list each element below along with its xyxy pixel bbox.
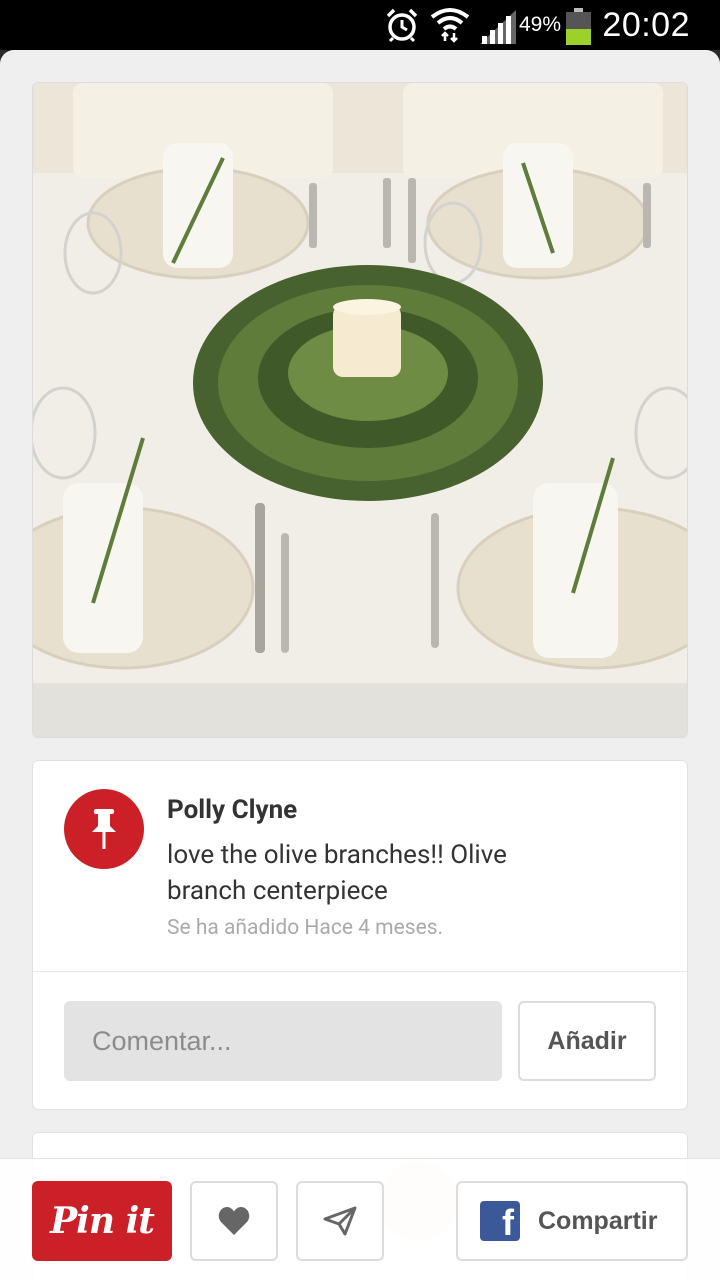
pin-author[interactable]: Polly Clyne xyxy=(167,795,297,825)
battery-icon xyxy=(566,8,591,45)
pushpin-icon xyxy=(92,809,116,849)
add-comment-button[interactable]: Añadir xyxy=(518,1001,656,1081)
heart-icon xyxy=(218,1207,250,1235)
facebook-share-button[interactable]: f Compartir xyxy=(456,1181,688,1261)
clock: 20:02 xyxy=(602,5,690,44)
send-icon xyxy=(323,1206,357,1236)
table-setting-photo xyxy=(33,83,687,737)
share-label: Compartir xyxy=(538,1206,658,1235)
pin-detail-sheet: Polly Clyne love the olive branches!! Ol… xyxy=(0,50,720,1280)
wifi-icon xyxy=(430,8,470,43)
divider xyxy=(33,971,687,972)
facebook-icon: f xyxy=(480,1201,520,1241)
pin-info-card: Polly Clyne love the olive branches!! Ol… xyxy=(32,760,688,1110)
pin-description: love the olive branches!! Olive branch c… xyxy=(167,840,507,906)
pin-added-time: Se ha añadido Hace 4 meses. xyxy=(167,916,444,940)
signal-icon xyxy=(480,10,516,44)
like-button[interactable] xyxy=(190,1181,278,1261)
pin-it-button[interactable]: Pin it xyxy=(32,1181,172,1261)
pin-image[interactable] xyxy=(32,82,688,738)
status-bar: 49% 20:02 xyxy=(0,0,720,50)
alarm-icon xyxy=(386,8,418,43)
send-button[interactable] xyxy=(296,1181,384,1261)
battery-percent: 49% xyxy=(519,13,562,36)
action-bar: Pin it f Compartir xyxy=(0,1158,720,1280)
avatar[interactable] xyxy=(64,789,144,869)
comment-input[interactable] xyxy=(64,1001,502,1081)
